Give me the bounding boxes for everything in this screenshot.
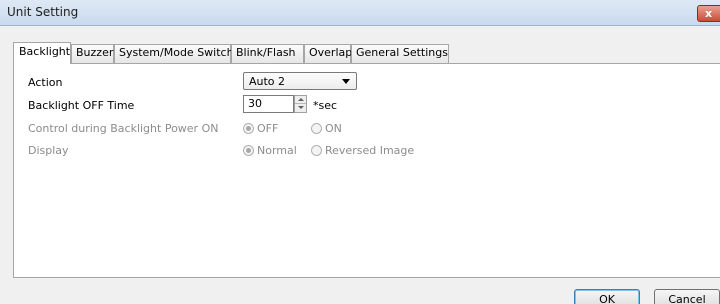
display-reversed-radio[interactable] bbox=[311, 145, 322, 156]
tab-blink-flash[interactable]: Blink/Flash bbox=[231, 44, 304, 63]
backlight-off-time-input[interactable]: 30 bbox=[243, 95, 294, 113]
display-reversed-label: Reversed Image bbox=[325, 144, 415, 157]
spin-up-icon[interactable] bbox=[295, 96, 306, 104]
dialog-client-area: Backlight Buzzer System/Mode Switch Blin… bbox=[0, 26, 720, 304]
backlight-tab-panel: Action Auto 2 Backlight OFF Time 30 *sec… bbox=[13, 63, 720, 278]
control-backlight-label: Control during Backlight Power ON bbox=[28, 122, 219, 135]
tab-system-mode-switch[interactable]: System/Mode Switch bbox=[114, 44, 234, 63]
title-bar: Unit Setting x bbox=[0, 0, 720, 26]
control-off-radio[interactable] bbox=[243, 123, 254, 134]
window-title: Unit Setting bbox=[7, 5, 79, 19]
chevron-down-icon bbox=[342, 79, 350, 84]
display-normal-radio[interactable] bbox=[243, 145, 254, 156]
cancel-button[interactable]: Cancel bbox=[654, 289, 720, 304]
tab-strip: Backlight Buzzer System/Mode Switch Blin… bbox=[13, 42, 713, 64]
action-dropdown[interactable]: Auto 2 bbox=[243, 72, 357, 90]
spin-down-icon[interactable] bbox=[295, 104, 306, 112]
action-dropdown-value: Auto 2 bbox=[249, 75, 286, 88]
close-icon: x bbox=[705, 7, 713, 20]
tab-buzzer[interactable]: Buzzer bbox=[71, 44, 114, 63]
display-label: Display bbox=[28, 144, 69, 157]
close-button[interactable]: x bbox=[697, 5, 720, 22]
tab-overlap[interactable]: Overlap bbox=[304, 44, 352, 63]
backlight-off-time-label: Backlight OFF Time bbox=[28, 99, 135, 112]
tab-backlight[interactable]: Backlight bbox=[13, 42, 71, 64]
action-label: Action bbox=[28, 76, 63, 89]
display-normal-label: Normal bbox=[257, 144, 297, 157]
tab-general-settings[interactable]: General Settings bbox=[351, 44, 449, 63]
control-on-radio[interactable] bbox=[311, 123, 322, 134]
off-time-unit: *sec bbox=[313, 99, 338, 112]
control-off-label: OFF bbox=[257, 122, 279, 135]
off-time-spinner bbox=[294, 95, 307, 113]
control-on-label: ON bbox=[325, 122, 342, 135]
ok-button[interactable]: OK bbox=[574, 289, 640, 304]
